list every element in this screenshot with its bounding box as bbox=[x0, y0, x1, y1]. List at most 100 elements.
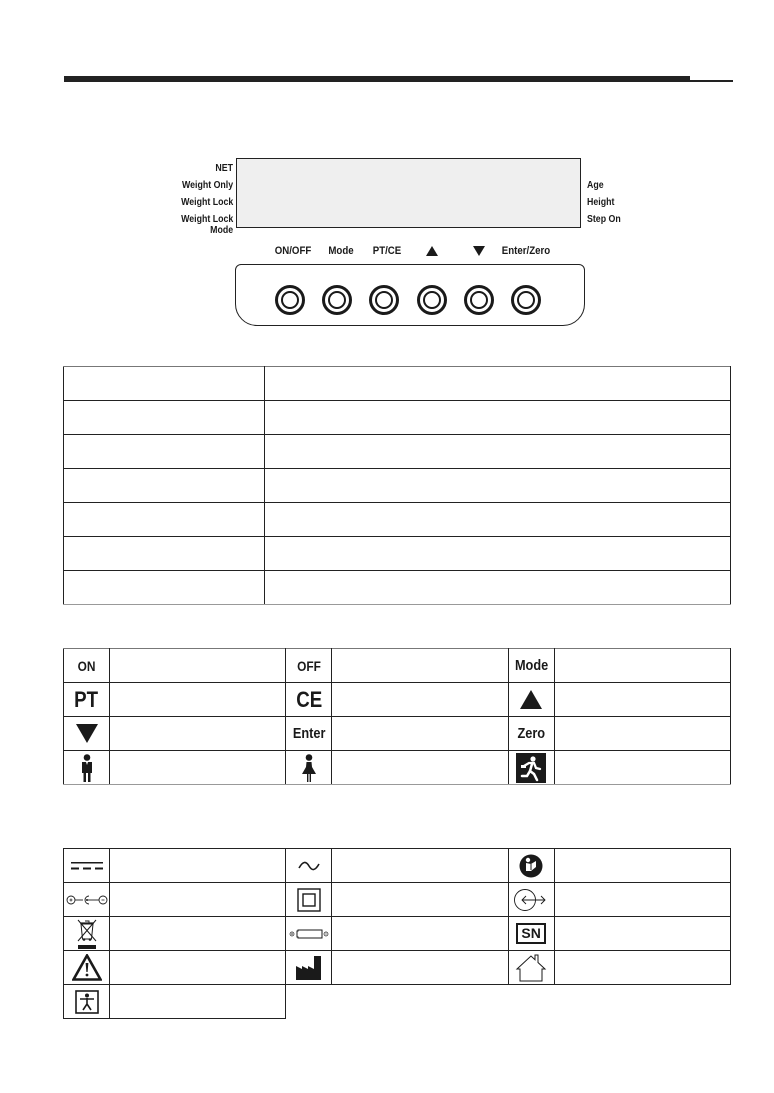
table-row: ON OFF Mode bbox=[62, 648, 732, 683]
key-description-cell bbox=[264, 468, 731, 503]
dc-symbol-cell bbox=[62, 848, 111, 883]
lcd-label-net: NET bbox=[215, 163, 233, 174]
table-row: PT CE bbox=[62, 682, 732, 717]
pt-icon: PT bbox=[74, 686, 99, 712]
battery-icon bbox=[289, 929, 329, 938]
symbol-description bbox=[331, 916, 509, 951]
manufacturer-factory-icon bbox=[295, 955, 321, 980]
warning-triangle-icon bbox=[71, 954, 102, 981]
serial-number-icon: SN bbox=[516, 923, 546, 944]
ce-icon: CE bbox=[295, 686, 322, 712]
table-row bbox=[63, 366, 731, 401]
read-manual-icon bbox=[519, 854, 543, 877]
symbol-description bbox=[331, 648, 509, 683]
alternating-current-icon bbox=[298, 861, 320, 870]
symbol-description bbox=[553, 682, 732, 717]
lcd-label-step-on: Step On bbox=[587, 214, 621, 225]
table-row bbox=[63, 434, 731, 469]
header-rule bbox=[64, 76, 690, 82]
running-symbol-cell bbox=[507, 750, 555, 785]
class-ii-double-insulation-icon bbox=[297, 887, 321, 912]
serial-number-symbol-cell: SN bbox=[507, 916, 555, 951]
key-description-cell bbox=[264, 502, 731, 537]
display-symbols-table: ON OFF Mode PT CE Enter Zero bbox=[62, 648, 732, 785]
polarity-icon bbox=[66, 895, 107, 904]
on-off-button[interactable] bbox=[275, 285, 305, 315]
ce-symbol-cell: CE bbox=[285, 682, 333, 717]
battery-symbol-cell bbox=[285, 916, 333, 951]
down-button[interactable] bbox=[464, 285, 494, 315]
key-name-cell bbox=[63, 502, 265, 537]
symbol-description bbox=[553, 648, 732, 683]
running-person-icon bbox=[516, 752, 547, 783]
label-mode: Mode bbox=[328, 245, 354, 257]
key-description-cell bbox=[264, 570, 731, 605]
empty-cell bbox=[286, 985, 731, 1019]
lcd-label-age: Age bbox=[587, 180, 604, 191]
output-connector-icon bbox=[514, 888, 546, 911]
manufacturer-symbol-cell bbox=[285, 950, 333, 985]
lcd-label-weight-lock-mode: Weight Lock bbox=[180, 214, 233, 225]
symbol-description bbox=[109, 882, 287, 917]
table-row bbox=[63, 400, 731, 435]
table-row bbox=[62, 882, 732, 917]
zero-icon: Zero bbox=[517, 725, 545, 742]
key-name-cell bbox=[63, 434, 265, 469]
table-row bbox=[63, 502, 731, 537]
male-symbol-cell bbox=[62, 750, 111, 785]
manual-symbol-cell bbox=[507, 848, 555, 883]
warning-symbol-cell bbox=[62, 950, 111, 985]
ac-symbol-cell bbox=[285, 848, 333, 883]
lcd-label-weight-only: Weight Only bbox=[181, 180, 233, 191]
down-triangle-icon bbox=[75, 724, 98, 743]
symbol-description bbox=[553, 950, 732, 985]
up-button[interactable] bbox=[417, 285, 447, 315]
symbol-description bbox=[553, 882, 732, 917]
up-triangle-icon bbox=[520, 690, 543, 709]
polarity-symbol-cell bbox=[62, 882, 111, 917]
key-description-table bbox=[63, 366, 731, 605]
enter-symbol-cell: Enter bbox=[285, 716, 333, 751]
symbol-description bbox=[109, 848, 287, 883]
symbol-description bbox=[331, 950, 509, 985]
symbol-description bbox=[553, 916, 732, 951]
enter-zero-button[interactable] bbox=[511, 285, 541, 315]
pt-ce-button[interactable] bbox=[369, 285, 399, 315]
table-row: SN bbox=[62, 916, 732, 951]
table-row bbox=[62, 984, 731, 1019]
mode-button[interactable] bbox=[322, 285, 352, 315]
symbol-description bbox=[109, 716, 287, 751]
table-row bbox=[62, 750, 732, 785]
up-symbol-cell bbox=[507, 682, 555, 717]
up-triangle-icon bbox=[426, 246, 438, 256]
lcd-label-mode: Mode bbox=[210, 225, 233, 236]
mode-symbol-cell: Mode bbox=[507, 648, 555, 683]
lcd-label-height: Height bbox=[587, 197, 615, 208]
key-name-cell bbox=[63, 570, 265, 605]
table-row bbox=[63, 536, 731, 571]
weee-symbol-cell bbox=[62, 916, 111, 951]
down-triangle-icon bbox=[473, 246, 485, 256]
key-description-cell bbox=[264, 536, 731, 571]
off-icon: OFF bbox=[296, 657, 321, 674]
type-b-symbol-cell bbox=[62, 984, 111, 1019]
key-name-cell bbox=[63, 536, 265, 571]
symbol-description bbox=[331, 750, 509, 785]
label-enter-zero: Enter/Zero bbox=[501, 245, 551, 257]
label-pt-ce: PT/CE bbox=[372, 245, 402, 257]
symbol-description bbox=[109, 682, 287, 717]
table-row bbox=[63, 468, 731, 503]
direct-current-icon bbox=[70, 861, 103, 869]
lcd-screen bbox=[236, 158, 581, 228]
type-b-applied-part-icon bbox=[74, 989, 99, 1014]
key-description-cell bbox=[264, 434, 731, 469]
symbol-description bbox=[553, 848, 732, 883]
class-ii-symbol-cell bbox=[285, 882, 333, 917]
weee-bin-icon bbox=[77, 919, 96, 949]
pt-symbol-cell: PT bbox=[62, 682, 111, 717]
symbol-description bbox=[331, 682, 509, 717]
symbol-description bbox=[109, 750, 287, 785]
output-symbol-cell bbox=[507, 882, 555, 917]
zero-symbol-cell: Zero bbox=[507, 716, 555, 751]
table-row bbox=[62, 950, 732, 985]
